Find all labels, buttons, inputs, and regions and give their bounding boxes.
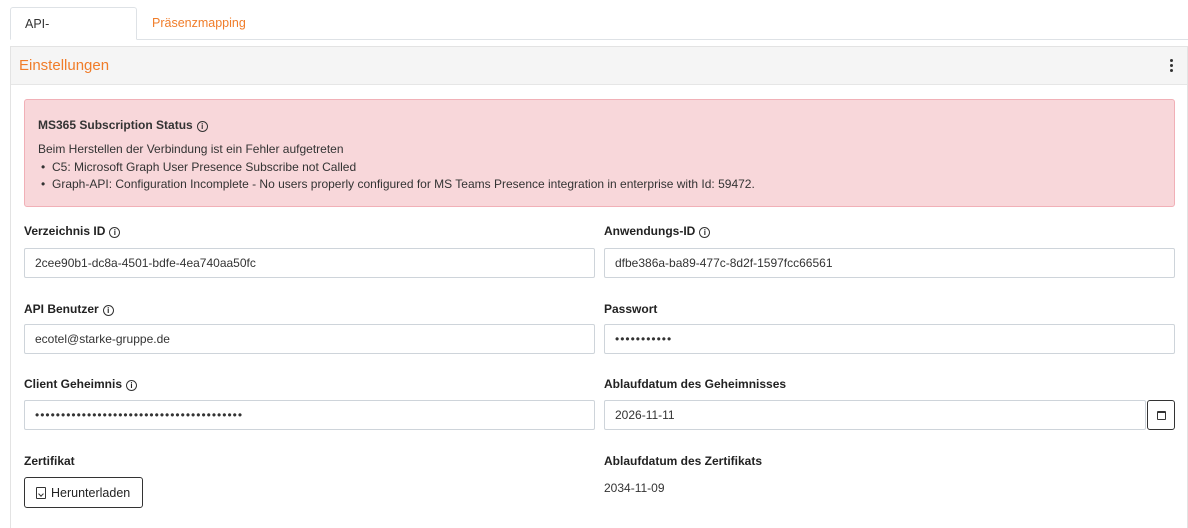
alert-error-item: Graph-API: Configuration Incomplete - No…	[38, 176, 755, 193]
secret-expiry-label: Ablaufdatum des Geheimnisses	[604, 377, 787, 391]
card-title: Einstellungen	[19, 57, 110, 74]
api-user-label-text: API Benutzer	[24, 302, 99, 316]
calendar-icon	[1157, 411, 1166, 420]
application-id-input[interactable]	[604, 248, 1175, 278]
directory-id-label: Verzeichnis ID i	[24, 224, 121, 238]
tab-bar: API-Einstellungen Präsenzmapping	[10, 7, 1188, 63]
info-icon[interactable]: i	[196, 121, 208, 132]
api-user-input[interactable]	[24, 324, 595, 354]
application-id-label: Anwendungs-ID i	[604, 224, 711, 238]
subscription-status-alert: MS365 Subscription Status i Beim Herstell…	[24, 99, 1175, 207]
download-button-label: Herunterladen	[51, 485, 131, 500]
api-user-label: API Benutzer i	[24, 302, 114, 316]
certificate-expiry-value: 2034-11-09	[604, 481, 665, 495]
secret-expiry-date-input[interactable]	[604, 400, 1146, 430]
info-icon[interactable]: i	[126, 380, 138, 391]
alert-title-text: MS365 Subscription Status	[38, 118, 193, 132]
alert-error-item: C5: Microsoft Graph User Presence Subscr…	[38, 159, 755, 176]
certificate-label: Zertifikat	[24, 454, 75, 468]
client-secret-input[interactable]	[24, 400, 595, 430]
download-certificate-button[interactable]: Herunterladen	[24, 477, 143, 508]
info-icon[interactable]: i	[699, 227, 711, 238]
info-icon[interactable]: i	[102, 305, 114, 316]
certificate-expiry-label: Ablaufdatum des Zertifikats	[604, 454, 763, 468]
alert-message: Beim Herstellen der Verbindung ist ein F…	[38, 142, 344, 156]
directory-id-label-text: Verzeichnis ID	[24, 224, 106, 238]
file-download-icon	[36, 487, 46, 499]
kebab-menu-icon[interactable]	[1165, 57, 1177, 75]
client-secret-label-text: Client Geheimnis	[24, 377, 123, 391]
application-id-label-text: Anwendungs-ID	[604, 224, 696, 238]
password-label: Passwort	[604, 302, 658, 316]
directory-id-input[interactable]	[24, 248, 595, 278]
tab-praesenzmapping[interactable]: Präsenzmapping	[138, 7, 260, 40]
calendar-button[interactable]	[1147, 400, 1175, 430]
client-secret-label: Client Geheimnis i	[24, 377, 138, 391]
info-icon[interactable]: i	[109, 227, 121, 238]
alert-error-list: C5: Microsoft Graph User Presence Subscr…	[38, 159, 755, 193]
card-header: Einstellungen	[11, 47, 1187, 85]
alert-title: MS365 Subscription Status i	[38, 118, 208, 132]
tab-api-einstellungen[interactable]: API-Einstellungen	[10, 7, 137, 63]
password-input[interactable]	[604, 324, 1175, 354]
